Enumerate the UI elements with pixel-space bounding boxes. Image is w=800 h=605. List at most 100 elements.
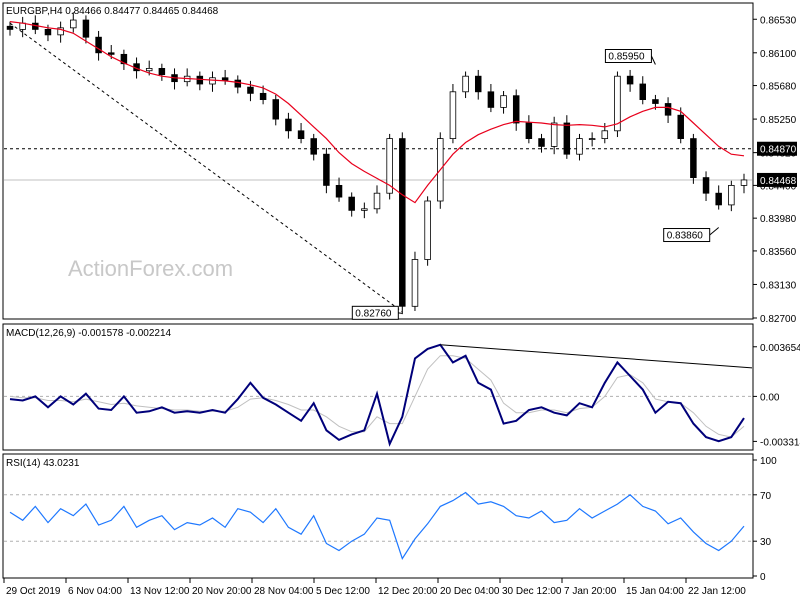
candle-body [335,184,343,198]
macd-tick-label: -0.003314 [760,437,800,448]
candle-body [525,122,533,140]
candle-body [424,200,431,260]
rsi-tick-label: 30 [760,537,772,548]
candle-body [234,79,242,88]
x-tick-label: 13 Nov 12:00 [130,586,190,597]
level-label: 0.84870 [760,145,797,156]
candle-body [576,138,583,155]
rsi-lines [9,491,745,560]
candle-body [550,122,558,147]
candle-body [272,99,280,120]
candle-body [601,130,609,140]
candle-body [209,77,216,85]
rsi-axis-ticks: 100 70 30 0 [760,456,777,583]
annotation-label: 0.83860 [667,231,704,242]
candle-body [399,138,406,307]
candle-body [563,122,571,155]
macd-panel-title: MACD(12,26,9) -0.001578 -0.002214 [6,328,172,339]
price-tick-label: 0.83560 [760,247,797,258]
x-tick-label: 7 Jan 20:00 [564,586,617,597]
candle-body [82,19,90,38]
candle-body [44,28,52,36]
rsi-line [9,491,745,560]
x-axis-ticks: 29 Oct 2019 6 Nov 04:00 13 Nov 12:00 20 Nov… [3,578,746,597]
x-tick-label: 6 Nov 04:00 [68,586,122,597]
candle-body [247,86,254,94]
candle-body [715,192,722,206]
rsi-tick-label: 70 [760,491,772,502]
candle-body [639,83,647,101]
x-tick-label: 20 Dec 04:00 [440,586,500,597]
macd-lines [9,343,753,447]
candle-body [462,75,469,93]
price-axis-ticks: 0.865300.861000.856800.852500.848200.844… [757,15,797,325]
candle-body [158,68,166,76]
price-panel-title: EURGBP,H4 0.84466 0.84477 0.84465 0.8446… [6,6,219,17]
candle-body [474,75,482,93]
candle-body [728,184,735,206]
x-tick-label: 20 Nov 20:00 [192,586,252,597]
candle-body [361,208,368,211]
candle-body [740,179,748,186]
watermark: ActionForex.com [68,256,233,281]
annotation-leader [709,227,720,236]
rsi-tick-label: 0 [760,572,766,583]
x-tick-label: 12 Dec 20:00 [378,586,438,597]
x-tick-label: 22 Jan 12:00 [688,586,746,597]
candle-body [221,77,229,81]
price-ema [9,21,745,204]
candle-body [500,95,507,108]
price-tick-label: 0.83980 [760,214,797,225]
candle-body [588,138,596,141]
candle-body [196,75,204,85]
x-tick-label: 15 Jan 04:00 [626,586,684,597]
macd-tick-label: 0.003654 [760,343,800,354]
ema-line [9,21,745,204]
candle-body [323,153,330,186]
candle-body [449,91,457,140]
candle-body [285,118,292,132]
annotation-leader [650,55,656,65]
rsi-panel-title: RSI(14) 43.0231 [6,458,80,469]
candle-body [677,114,684,139]
chart-canvas: EURGBP,H4 0.84466 0.84477 0.84465 0.8446… [2,2,800,597]
price-tick-label: 0.82700 [760,314,797,325]
price-tick-label: 0.85680 [760,82,797,93]
candle-body [107,52,115,55]
candle-body [310,138,317,155]
candle-body [690,138,697,179]
x-tick-label: 5 Dec 12:00 [316,586,370,597]
chart-root: EURGBP,H4 0.84466 0.84477 0.84465 0.8446… [0,0,800,600]
candle-body [538,138,545,147]
candle-body [487,91,495,108]
macd-grid [4,346,757,442]
x-tick-label: 29 Oct 2019 [6,586,61,597]
candle-body [512,95,520,124]
price-tick-label: 0.83130 [760,280,797,291]
candle-body [297,130,305,140]
annotation-label: 0.82760 [355,308,392,319]
rsi-grid [4,459,757,577]
candle-body [6,25,14,30]
candle-body [145,68,153,72]
macd-line [9,343,745,447]
macd-trendline [440,344,753,369]
price-annotations: 0.85950 0.83860 0.82760 [351,49,720,320]
macd-axis-ticks: 0.003654 0.00 -0.003314 [760,343,800,449]
price-tick-label: 0.86100 [760,49,797,60]
price-tick-label: 0.86530 [760,15,797,26]
x-tick-label: 30 Dec 12:00 [502,586,562,597]
candle-body [626,75,634,85]
x-tick-label: 28 Nov 04:00 [254,586,314,597]
rsi-tick-label: 100 [760,456,777,467]
candle-body [652,99,659,104]
candle-body [259,92,267,101]
price-tick-label: 0.85250 [760,115,797,126]
annotation-label: 0.85950 [608,52,645,63]
candle-body [411,259,419,307]
current-price-label: 0.84468 [760,176,797,187]
macd-tick-label: 0.00 [760,392,780,403]
candle-body [702,177,710,194]
candle-body [664,103,672,116]
candle-body [70,19,77,29]
